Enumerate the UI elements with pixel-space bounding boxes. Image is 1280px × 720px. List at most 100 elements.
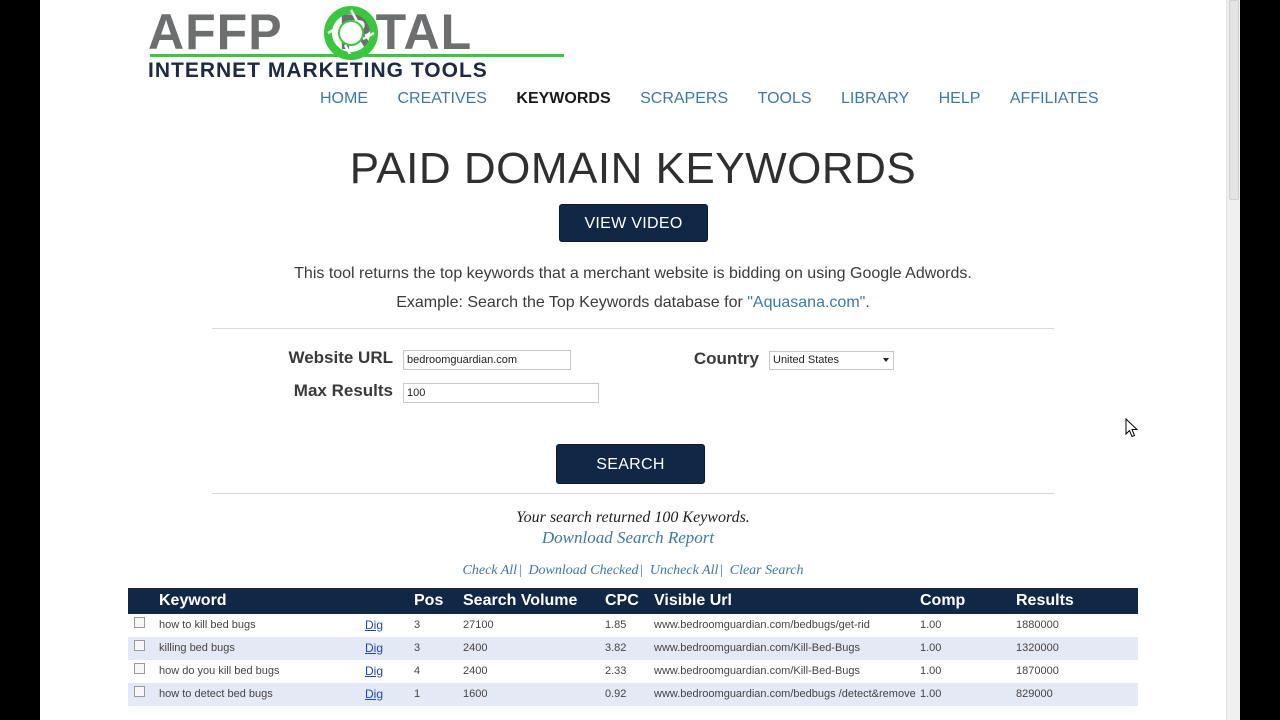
table-row: how do you kill bed bugs Dig 4 2400 2.33… — [128, 660, 1138, 683]
mouse-pointer-icon — [1125, 418, 1139, 438]
separator: | — [719, 563, 724, 578]
download-checked-link[interactable]: Download Checked — [528, 563, 638, 578]
header-dig — [365, 588, 414, 614]
url-cell: www.bedroomguardian.com/Kill-Bed-Bugs — [654, 637, 920, 660]
header-select — [128, 588, 159, 614]
nav-library[interactable]: LIBRARY — [841, 88, 909, 110]
url-cell: www.bedroomguardian.com/bedbugs /detect&… — [654, 683, 920, 706]
dig-link[interactable]: Dig — [365, 618, 383, 632]
dig-cell: Dig — [365, 614, 414, 637]
description-line-2: Example: Search the Top Keywords databas… — [40, 288, 1226, 317]
logo-subtitle: INTERNET MARKETING TOOLS — [148, 59, 488, 82]
website-url-input[interactable] — [403, 350, 571, 370]
main-nav: HOME CREATIVES KEYWORDS SCRAPERS TOOLS L… — [320, 88, 1123, 110]
dig-link[interactable]: Dig — [365, 687, 383, 701]
table-row: killing bed bugs Dig 3 2400 3.82 www.bed… — [128, 637, 1138, 660]
url-cell: www.bedroomguardian.com/bedbugs/get-rid — [654, 619, 870, 631]
keyword-cell: how to kill bed bugs — [159, 619, 256, 631]
affportal-logo[interactable]: AFFP RTAL INTERNET MARKETING TOOLS — [148, 4, 568, 84]
nav-keywords[interactable]: KEYWORDS — [516, 88, 610, 110]
cpc-cell: 3.82 — [605, 637, 654, 660]
header-visible-url[interactable]: Visible Url — [654, 588, 920, 614]
web-page: AFFP RTAL INTERNET MARKETING TOOLS HOME C… — [40, 0, 1226, 720]
nav-affiliates[interactable]: AFFILIATES — [1010, 88, 1099, 110]
logo-aperture-icon — [324, 6, 378, 60]
row-checkbox[interactable] — [134, 663, 145, 674]
header-results[interactable]: Results — [1016, 588, 1138, 614]
country-label: Country — [693, 349, 759, 368]
comp-cell: 1.00 — [920, 637, 1016, 660]
header-keyword[interactable]: Keyword — [159, 588, 365, 614]
volume-cell: 2400 — [463, 637, 605, 660]
max-results-input[interactable] — [403, 383, 599, 403]
nav-tools[interactable]: TOOLS — [758, 88, 812, 110]
results-count: Your search returned 100 Keywords. — [516, 509, 750, 526]
comp-cell: 1.00 — [920, 619, 942, 631]
row-checkbox[interactable] — [134, 686, 145, 697]
pos-cell: 3 — [414, 637, 463, 660]
uncheck-all-link[interactable]: Uncheck All — [650, 563, 719, 578]
view-video-button[interactable]: VIEW VIDEO — [559, 204, 708, 242]
row-select-cell — [128, 614, 159, 637]
cpc-cell: 1.85 — [605, 619, 627, 631]
volume-cell: 27100 — [463, 619, 494, 631]
header-pos[interactable]: Pos — [414, 588, 463, 614]
results-cell: 829000 — [1016, 683, 1138, 706]
url-cell: www.bedroomguardian.com/Kill-Bed-Bugs — [654, 665, 861, 677]
example-link[interactable]: "Aquasana.com" — [747, 294, 865, 311]
cpc-cell: 2.33 — [605, 665, 627, 677]
page-title: PAID DOMAIN KEYWORDS — [349, 144, 917, 193]
nav-help[interactable]: HELP — [939, 88, 981, 110]
row-select-cell — [128, 660, 159, 683]
description-prefix: Example: Search the Top Keywords databas… — [396, 294, 748, 311]
results-cell: 1880000 — [1016, 619, 1059, 631]
volume-cell: 1600 — [463, 683, 605, 706]
table-row: how to kill bed bugs Dig 3 27100 1.85 ww… — [128, 614, 1138, 637]
row-checkbox[interactable] — [134, 617, 145, 628]
keyword-cell: killing bed bugs — [159, 637, 365, 660]
cpc-cell: 0.92 — [605, 683, 654, 706]
row-checkbox[interactable] — [134, 640, 145, 651]
nav-creatives[interactable]: CREATIVES — [397, 88, 487, 110]
results-cell: 1320000 — [1016, 637, 1138, 660]
keyword-cell: how do you kill bed bugs — [159, 665, 280, 677]
clear-search-link[interactable]: Clear Search — [730, 563, 804, 578]
header-comp[interactable]: Comp — [920, 588, 1016, 614]
search-button[interactable]: SEARCH — [556, 444, 705, 484]
nav-scrapers[interactable]: SCRAPERS — [640, 88, 728, 110]
logo-wordmark: AFFP RTAL — [148, 4, 472, 60]
check-all-link[interactable]: Check All — [463, 563, 518, 578]
bulk-actions: Check All| Download Checked| Uncheck All… — [40, 561, 1226, 581]
description-line-1: This tool returns the top keywords that … — [294, 265, 972, 282]
dig-cell: Dig — [365, 660, 414, 683]
separator: | — [518, 563, 522, 578]
comp-cell: 1.00 — [920, 665, 942, 677]
divider — [212, 328, 1054, 329]
vertical-scrollbar[interactable] — [1226, 0, 1240, 720]
website-url-label: Website URL — [288, 348, 393, 367]
tool-description: This tool returns the top keywords that … — [40, 259, 1226, 317]
scrollbar-thumb[interactable] — [1229, 0, 1239, 200]
results-cell: 1870000 — [1016, 665, 1059, 677]
keywords-table: Keyword Pos Search Volume CPC Visible Ur… — [128, 588, 1138, 706]
volume-cell: 2400 — [463, 665, 488, 677]
header-cpc[interactable]: CPC — [605, 588, 654, 614]
row-select-cell — [128, 683, 159, 706]
nav-home[interactable]: HOME — [320, 88, 368, 110]
dig-cell: Dig — [365, 683, 414, 706]
country-selected-value: United States — [773, 354, 840, 366]
table-header-row: Keyword Pos Search Volume CPC Visible Ur… — [128, 588, 1138, 614]
description-suffix: . — [865, 294, 870, 311]
dig-link[interactable]: Dig — [365, 664, 383, 678]
pos-cell: 1 — [414, 683, 463, 706]
logo-word-left: AFFP — [148, 4, 283, 60]
row-select-cell — [128, 637, 159, 660]
download-search-report-link[interactable]: Download Search Report — [40, 528, 1216, 548]
pos-cell: 3 — [414, 619, 421, 631]
separator: | — [639, 563, 644, 578]
header-search-volume[interactable]: Search Volume — [463, 588, 605, 614]
country-select[interactable]: United States — [769, 351, 894, 370]
dig-link[interactable]: Dig — [365, 641, 383, 655]
pos-cell: 4 — [414, 665, 421, 677]
divider — [212, 493, 1054, 494]
